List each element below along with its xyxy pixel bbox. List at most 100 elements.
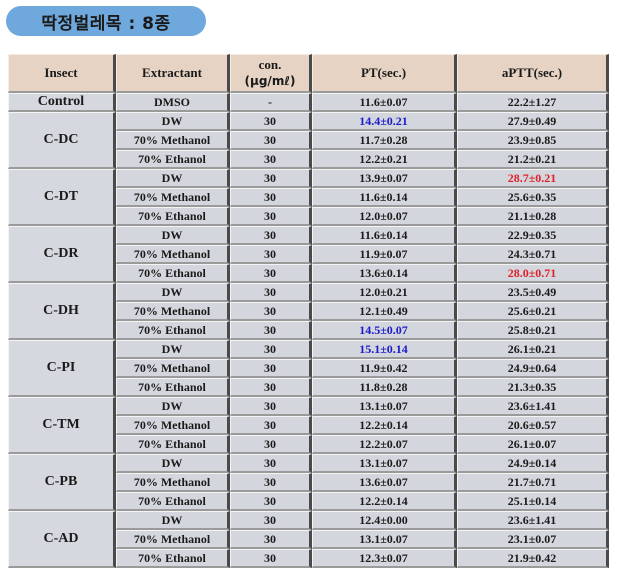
aptt-cell: 24.9±0.64	[457, 359, 609, 378]
table-row: C-AD DW 30 12.4±0.00 23.6±1.41	[8, 511, 609, 568]
concentration-cell: 30	[230, 150, 312, 169]
concentration-cell: 30	[230, 188, 312, 207]
extractant-cell: 70% Ethanol	[116, 492, 230, 511]
table-row: C-DT DW 30 13.9±0.07 28.7±0.21	[8, 169, 609, 226]
table-row: C-PB DW 30 13.1±0.07 24.9±0.14	[8, 454, 609, 511]
extractant-cell: 70% Ethanol	[116, 207, 230, 226]
extractant-cell: 70% Ethanol	[116, 321, 230, 340]
insect-cell: C-DR	[8, 226, 116, 283]
pt-cell: 11.9±0.07	[312, 245, 457, 264]
aptt-cell: 20.6±0.57	[457, 416, 609, 435]
pt-cell: 13.6±0.07	[312, 473, 457, 492]
concentration-cell: 30	[230, 340, 312, 359]
header-aptt: aPTT(sec.)	[457, 54, 609, 93]
aptt-cell: 21.3±0.35	[457, 378, 609, 397]
header-extractant: Extractant	[116, 54, 230, 93]
pt-cell: 12.3±0.07	[312, 549, 457, 568]
aptt-cell: 24.3±0.71	[457, 245, 609, 264]
extractant-cell: 70% Ethanol	[116, 378, 230, 397]
pt-cell: 11.6±0.14	[312, 188, 457, 207]
extractant-cell: DW	[116, 112, 230, 131]
concentration-cell: 30	[230, 264, 312, 283]
insect-cell: C-DC	[8, 112, 116, 169]
pt-cell: 13.1±0.07	[312, 397, 457, 416]
pt-cell: 12.2±0.21	[312, 150, 457, 169]
aptt-cell: 21.2±0.21	[457, 150, 609, 169]
concentration-cell: 30	[230, 245, 312, 264]
pt-cell: 13.6±0.14	[312, 264, 457, 283]
extractant-cell: DW	[116, 397, 230, 416]
concentration-cell: 30	[230, 435, 312, 454]
pt-cell: 15.1±0.14	[312, 340, 457, 359]
extractant-cell: DW	[116, 169, 230, 188]
aptt-cell: 21.1±0.28	[457, 207, 609, 226]
pt-cell: 11.7±0.28	[312, 131, 457, 150]
aptt-cell: 23.6±1.41	[457, 397, 609, 416]
aptt-cell: 25.6±0.35	[457, 188, 609, 207]
aptt-cell: 23.1±0.07	[457, 530, 609, 549]
aptt-cell: 26.1±0.07	[457, 435, 609, 454]
concentration-cell: 30	[230, 378, 312, 397]
concentration-cell: 30	[230, 283, 312, 302]
extractant-cell: 70% Methanol	[116, 416, 230, 435]
extractant-cell: 70% Methanol	[116, 245, 230, 264]
insect-cell: Control	[8, 93, 116, 112]
extractant-cell: 70% Methanol	[116, 302, 230, 321]
concentration-cell: 30	[230, 473, 312, 492]
extractant-cell: DW	[116, 511, 230, 530]
extractant-cell: 70% Methanol	[116, 131, 230, 150]
pt-cell: 12.2±0.14	[312, 492, 457, 511]
aptt-cell: 22.2±1.27	[457, 93, 609, 112]
concentration-cell: 30	[230, 549, 312, 568]
extractant-cell: 70% Ethanol	[116, 150, 230, 169]
extractant-cell: 70% Methanol	[116, 188, 230, 207]
pt-cell: 12.2±0.14	[312, 416, 457, 435]
pt-cell: 11.6±0.14	[312, 226, 457, 245]
header-pt: PT(sec.)	[312, 54, 457, 93]
aptt-cell: 23.9±0.85	[457, 131, 609, 150]
aptt-cell: 23.6±1.41	[457, 511, 609, 530]
insect-cell: C-PI	[8, 340, 116, 397]
pt-cell: 14.5±0.07	[312, 321, 457, 340]
concentration-cell: 30	[230, 454, 312, 473]
header-row: Insect Extractant con. (μg/mℓ) PT(sec.) …	[8, 54, 609, 93]
aptt-cell: 23.5±0.49	[457, 283, 609, 302]
concentration-cell: 30	[230, 131, 312, 150]
aptt-cell: 22.9±0.35	[457, 226, 609, 245]
extractant-cell: DW	[116, 226, 230, 245]
aptt-cell: 28.7±0.21	[457, 169, 609, 188]
pt-cell: 12.0±0.07	[312, 207, 457, 226]
extractant-cell: 70% Methanol	[116, 359, 230, 378]
pt-cell: 13.1±0.07	[312, 530, 457, 549]
table-row: C-DR DW 30 11.6±0.14 22.9±0.35	[8, 226, 609, 283]
pt-cell: 12.1±0.49	[312, 302, 457, 321]
insect-cell: C-TM	[8, 397, 116, 454]
pt-cell: 12.4±0.00	[312, 511, 457, 530]
extractant-cell: 70% Methanol	[116, 530, 230, 549]
concentration-cell: 30	[230, 530, 312, 549]
control-row: Control DMSO - 11.6±0.07 22.2±1.27	[8, 93, 609, 112]
header-insect: Insect	[8, 54, 116, 93]
aptt-cell: 27.9±0.49	[457, 112, 609, 131]
table-row: C-TM DW 30 13.1±0.07 23.6±1.41	[8, 397, 609, 454]
pt-cell: 11.9±0.42	[312, 359, 457, 378]
aptt-cell: 25.6±0.21	[457, 302, 609, 321]
aptt-cell: 21.9±0.42	[457, 549, 609, 568]
insect-cell: C-PB	[8, 454, 116, 511]
table-row: C-DH DW 30 12.0±0.21 23.5±0.49	[8, 283, 609, 340]
extractant-cell: 70% Ethanol	[116, 549, 230, 568]
insect-cell: C-AD	[8, 511, 116, 568]
header-con-unit: (μg/mℓ)	[244, 74, 296, 88]
coagulation-table: Insect Extractant con. (μg/mℓ) PT(sec.) …	[8, 54, 609, 568]
concentration-cell: 30	[230, 226, 312, 245]
table-row: C-PI DW 30 15.1±0.14 26.1±0.21	[8, 340, 609, 397]
extractant-cell: DW	[116, 340, 230, 359]
concentration-cell: 30	[230, 112, 312, 131]
extractant-cell: DW	[116, 454, 230, 473]
insect-cell: C-DH	[8, 283, 116, 340]
aptt-cell: 28.0±0.71	[457, 264, 609, 283]
concentration-cell: 30	[230, 359, 312, 378]
header-con-label: con.	[258, 57, 282, 72]
table-row: C-DC DW 30 14.4±0.21 27.9±0.49	[8, 112, 609, 169]
concentration-cell: 30	[230, 416, 312, 435]
